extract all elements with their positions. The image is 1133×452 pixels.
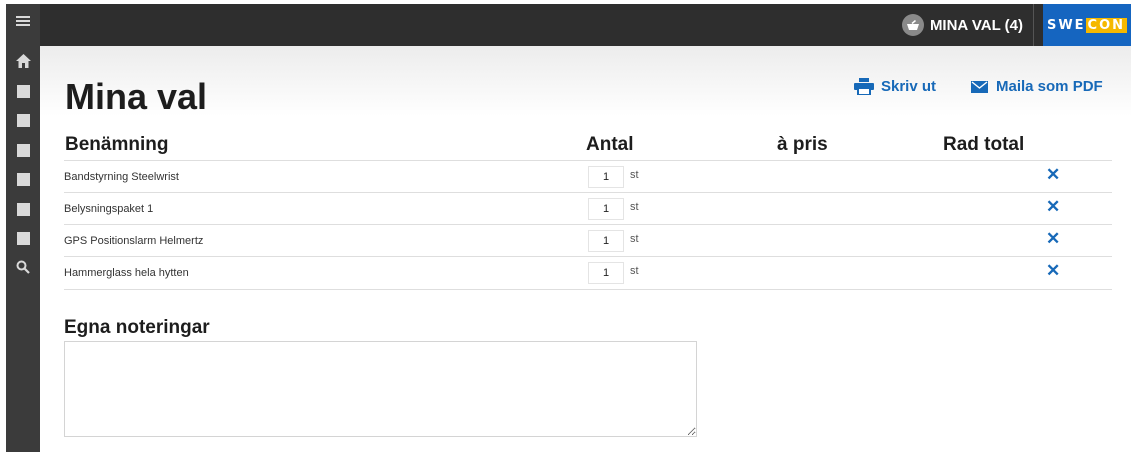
- table-row: Belysningspaket 1 st ✕: [64, 192, 1112, 225]
- quantity-unit: st: [630, 201, 639, 213]
- remove-item-icon[interactable]: ✕: [1046, 261, 1060, 281]
- column-header-unit-price: à pris: [777, 134, 828, 155]
- sidebar-square-icon-3[interactable]: [6, 137, 40, 163]
- my-selections-button[interactable]: MINA VAL (4): [894, 4, 1033, 46]
- table-divider: [64, 289, 1112, 290]
- email-pdf-label: Maila som PDF: [996, 78, 1103, 95]
- quantity-unit: st: [630, 169, 639, 181]
- page-title: Mina val: [65, 76, 208, 117]
- table-row: Hammerglass hela hytten st ✕: [64, 256, 1112, 289]
- envelope-icon: [971, 80, 988, 93]
- quantity-unit: st: [630, 233, 639, 245]
- home-icon[interactable]: [6, 48, 40, 74]
- sidebar: [6, 4, 40, 452]
- main-content: Mina val Skriv ut Maila som PDF Benämnin…: [40, 46, 1131, 452]
- quantity-unit: st: [630, 265, 639, 277]
- print-label: Skriv ut: [881, 78, 937, 95]
- quantity-input[interactable]: [588, 230, 624, 252]
- notes-textarea[interactable]: [64, 341, 697, 437]
- quantity-input[interactable]: [588, 166, 624, 188]
- remove-item-icon[interactable]: ✕: [1046, 229, 1060, 249]
- email-pdf-link[interactable]: Maila som PDF: [971, 78, 1103, 95]
- printer-icon: [854, 78, 874, 95]
- quantity-input[interactable]: [588, 262, 624, 284]
- search-icon[interactable]: [6, 254, 40, 280]
- logo-text-swe: SWE: [1046, 17, 1086, 33]
- swecon-logo[interactable]: SWE CON: [1043, 4, 1131, 46]
- quantity-input[interactable]: [588, 198, 624, 220]
- column-header-row-total: Rad total: [943, 134, 1025, 155]
- logo-text-con: CON: [1085, 17, 1128, 33]
- table-row: GPS Positionslarm Helmertz st ✕: [64, 224, 1112, 257]
- remove-item-icon[interactable]: ✕: [1046, 165, 1060, 185]
- item-name: Bandstyrning Steelwrist: [64, 171, 179, 183]
- topbar-divider: [1033, 4, 1034, 46]
- table-row: Bandstyrning Steelwrist st ✕: [64, 160, 1112, 193]
- sidebar-square-icon-6[interactable]: [6, 225, 40, 251]
- sidebar-square-icon-4[interactable]: [6, 166, 40, 192]
- sidebar-square-icon-1[interactable]: [6, 78, 40, 104]
- column-header-quantity: Antal: [586, 134, 634, 155]
- my-selections-label: MINA VAL (4): [929, 16, 1023, 34]
- sidebar-square-icon-5[interactable]: [6, 196, 40, 222]
- item-name: GPS Positionslarm Helmertz: [64, 235, 204, 247]
- print-link[interactable]: Skriv ut: [854, 78, 936, 95]
- item-name: Hammerglass hela hytten: [64, 267, 189, 279]
- sidebar-square-icon-2[interactable]: [6, 107, 40, 133]
- hamburger-icon[interactable]: [6, 8, 40, 34]
- top-bar: MINA VAL (4) SWE CON: [40, 4, 1131, 46]
- basket-icon: [901, 14, 924, 36]
- remove-item-icon[interactable]: ✕: [1046, 197, 1060, 217]
- notes-title: Egna noteringar: [64, 317, 210, 338]
- item-name: Belysningspaket 1: [64, 203, 154, 215]
- column-header-name: Benämning: [65, 134, 169, 155]
